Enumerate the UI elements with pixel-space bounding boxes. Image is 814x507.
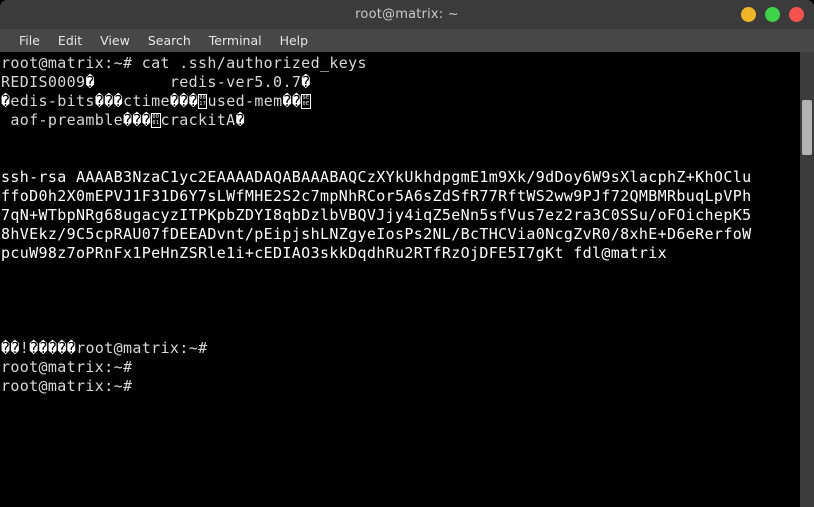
terminal-window: root@matrix: ~ File Edit View Search Ter…: [0, 0, 814, 507]
redis-bits-text: edis-bits: [10, 92, 95, 110]
replacement-char-icon: �: [132, 111, 142, 129]
minimize-button[interactable]: [741, 7, 756, 22]
replacement-char-icon: �: [10, 339, 20, 357]
replacement-char-icon: �: [188, 92, 199, 110]
close-button[interactable]: [789, 7, 804, 22]
menu-item-file[interactable]: File: [10, 29, 49, 52]
replacement-char-icon: �: [57, 339, 67, 357]
replacement-char-icon: �: [291, 92, 302, 110]
redis-magic-text: REDIS0009: [1, 73, 86, 91]
scrollbar-thumb[interactable]: [802, 100, 812, 155]
replacement-char-icon: �: [104, 92, 114, 110]
menu-item-search[interactable]: Search: [139, 29, 200, 52]
replacement-char-icon: �: [94, 92, 105, 110]
terminal-line-sshkey-1: ssh-rsa AAAAB3NzaC1yc2EAAAADAQABAAABAQCz…: [1, 168, 752, 186]
replacement-char-icon: �: [29, 339, 39, 357]
hex-codepoint-box-icon: 9E 0E: [301, 94, 311, 109]
replacement-char-icon: �: [1, 339, 11, 357]
menu-item-edit[interactable]: Edit: [49, 29, 91, 52]
terminal-line-garbled-prompt: ��!�����root@matrix:~#: [1, 339, 800, 358]
menu-item-view[interactable]: View: [91, 29, 139, 52]
terminal-line-redis-bits: �edis-bits���ctime��� 00 17 used-mem�� 9E 0E: [1, 92, 800, 111]
replacement-char-icon: �: [179, 92, 189, 110]
replacement-char-icon: �: [85, 73, 95, 91]
terminal-line-command: root@matrix:~# cat .ssh/authorized_keys: [1, 54, 367, 72]
terminal-line-sshkey-2: ffoD0h2X0mEPVJ1F31D6Y7sLWfMHE2S2c7mpNhRC…: [1, 187, 752, 205]
terminal-line-aof-preamble: aof-preamble��� 00 01 crackitA�: [1, 111, 800, 130]
window-controls: [741, 7, 804, 22]
terminal-line-sshkey-3: 7qN+WTbpNRg68ugacyzITPKpbZDYI8qbDzlbVBQV…: [1, 206, 752, 224]
replacement-char-icon: �: [282, 92, 292, 110]
menu-item-help[interactable]: Help: [271, 29, 318, 52]
replacement-char-icon: �: [235, 111, 245, 129]
replacement-char-icon: �: [169, 92, 180, 110]
terminal-output[interactable]: root@matrix:~# cat .ssh/authorized_keys …: [0, 52, 800, 507]
replacement-char-icon: �: [47, 339, 58, 357]
hex-codepoint-box-icon: 00 01: [151, 113, 161, 128]
redis-ver-text: redis-ver5.0.7: [94, 73, 302, 91]
terminal-line-prompt-1: root@matrix:~#: [1, 358, 133, 376]
ctime-text: ctime: [123, 92, 170, 110]
hex-codepoint-box-icon: 00 17: [198, 94, 208, 109]
title-bar[interactable]: root@matrix: ~: [0, 0, 814, 29]
menu-item-terminal[interactable]: Terminal: [200, 29, 271, 52]
crackit-text: crackitA: [160, 111, 236, 129]
menu-bar: File Edit View Search Terminal Help: [0, 29, 814, 52]
replacement-char-icon: �: [38, 339, 48, 357]
replacement-char-icon: �: [122, 111, 133, 129]
garble-bang-text: !: [19, 339, 30, 357]
prompt-text: root@matrix:~#: [76, 339, 208, 357]
terminal-line-prompt-2: root@matrix:~#: [1, 377, 133, 395]
replacement-char-icon: �: [1, 92, 11, 110]
terminal-line-sshkey-4: 8hVEkz/9C5cpRAU07fDEEADvnt/pEipjshLNZgye…: [1, 225, 752, 243]
terminal-scrollbar[interactable]: [800, 52, 814, 507]
terminal-line-sshkey-5: pcuW98z7oPRnFx1PeHnZSRle1i+cEDIAO3skkDqd…: [1, 244, 668, 262]
aof-preamble-text: aof-preamble: [1, 111, 123, 129]
used-mem-text: used-mem: [207, 92, 283, 110]
terminal-line-redis-header: REDIS0009� redis-ver5.0.7�: [1, 73, 800, 92]
replacement-char-icon: �: [113, 92, 123, 110]
replacement-char-icon: �: [66, 339, 77, 357]
replacement-char-icon: �: [141, 111, 152, 129]
maximize-button[interactable]: [765, 7, 780, 22]
window-title: root@matrix: ~: [355, 7, 459, 22]
replacement-char-icon: �: [301, 73, 311, 91]
terminal-area: root@matrix:~# cat .ssh/authorized_keys …: [0, 52, 814, 507]
